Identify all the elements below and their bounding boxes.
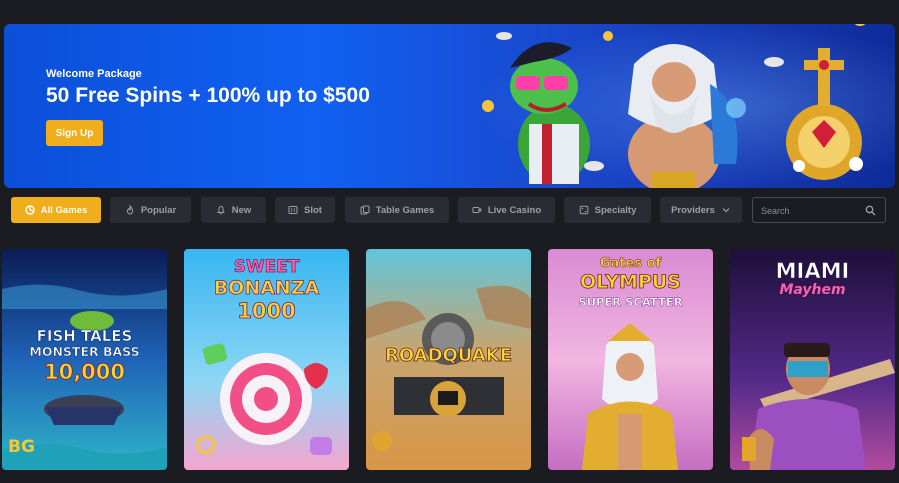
banner-characters-illustration xyxy=(482,24,866,188)
banner-eyebrow: Welcome Package xyxy=(46,68,142,80)
bell-icon xyxy=(216,205,225,215)
game-title-line1: FISH TALES xyxy=(36,327,133,345)
providers-label: Providers xyxy=(671,204,715,216)
filter-label: All Games xyxy=(40,204,88,216)
filter-table-games[interactable]: Table Games xyxy=(345,197,449,223)
slot-machine-icon xyxy=(288,206,298,214)
all-games-icon xyxy=(25,205,35,215)
flame-icon xyxy=(126,205,133,215)
filter-label: Specialty xyxy=(594,204,637,216)
game-title-line2: BONANZA xyxy=(213,277,320,299)
filter-all-games[interactable]: All Games xyxy=(11,197,101,223)
game-title-line1: MIAMI xyxy=(775,259,850,283)
filter-label: Live Casino xyxy=(487,204,542,216)
filter-new[interactable]: New xyxy=(201,197,266,223)
game-title-line2: MONSTER BASS xyxy=(29,344,140,359)
filter-slot[interactable]: Slot xyxy=(275,197,335,223)
cards-icon xyxy=(360,205,370,215)
sign-up-button[interactable]: Sign Up xyxy=(46,120,103,146)
banner-title: 50 Free Spins + 100% up to $500 xyxy=(46,84,370,107)
filter-specialty[interactable]: Specialty xyxy=(564,197,651,223)
game-title-line3: 10,000 xyxy=(43,360,126,384)
filter-label: Slot xyxy=(304,204,322,216)
filter-label: New xyxy=(231,204,252,216)
game-title-line3: 1000 xyxy=(237,299,296,323)
search-icon[interactable] xyxy=(865,205,876,216)
filter-label: Table Games xyxy=(375,204,435,216)
search-input[interactable] xyxy=(761,203,861,218)
video-camera-icon xyxy=(472,207,482,213)
game-title-line2: OLYMPUS xyxy=(579,271,682,293)
game-title-line1: ROADQUAKE xyxy=(384,345,513,366)
game-title-line1: SWEET xyxy=(233,257,300,277)
filter-live-casino[interactable]: Live Casino xyxy=(458,197,555,223)
search-box[interactable] xyxy=(752,197,886,223)
chevron-down-icon xyxy=(722,208,730,213)
provider-logo: BG xyxy=(8,437,35,457)
game-title-line1: Gates of xyxy=(599,256,662,271)
filter-popular[interactable]: Popular xyxy=(110,197,191,223)
dice-icon xyxy=(579,205,588,215)
game-tile-roadquake[interactable]: ROADQUAKE xyxy=(366,249,531,470)
game-tile-gates-of-olympus[interactable]: Gates of OLYMPUS SUPER SCATTER xyxy=(548,249,713,470)
game-tile-miami-mayhem[interactable]: MIAMI Mayhem xyxy=(730,249,895,470)
filter-label: Popular xyxy=(140,204,177,216)
game-title-line3: SUPER SCATTER xyxy=(578,295,683,309)
game-tile-sweet-bonanza[interactable]: SWEET BONANZA 1000 xyxy=(184,249,349,470)
game-tile-fish-tales[interactable]: FISH TALES MONSTER BASS 10,000 BG xyxy=(2,249,167,470)
providers-dropdown[interactable]: Providers xyxy=(660,197,742,223)
game-title-line2: Mayhem xyxy=(779,282,846,298)
welcome-banner[interactable]: Welcome Package 50 Free Spins + 100% up … xyxy=(4,24,895,188)
